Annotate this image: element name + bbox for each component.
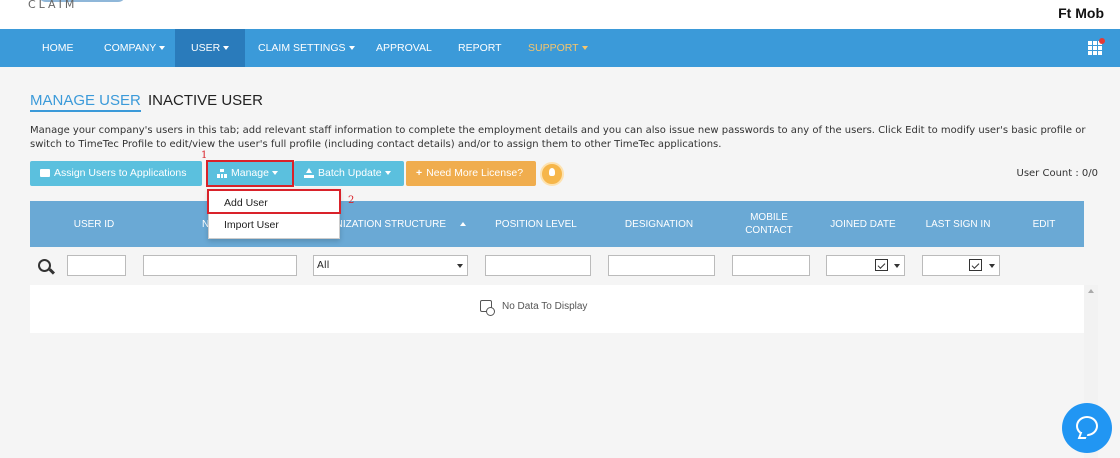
calendar-icon[interactable] <box>969 259 982 271</box>
col-mobile-label: MOBILE <box>750 212 788 223</box>
upload-icon <box>304 167 314 178</box>
plus-icon: + <box>416 167 423 179</box>
logo-text: CLAIM <box>28 0 78 11</box>
list-icon <box>40 169 50 178</box>
col-designation[interactable]: DESIGNATION <box>608 201 710 247</box>
top-header: CLAIM Ft Mob <box>0 0 1120 29</box>
filter-org-selected-value: All <box>317 260 330 271</box>
nav-report-label: REPORT <box>458 42 502 54</box>
search-icon[interactable] <box>38 259 51 272</box>
nav-company[interactable]: COMPANY <box>100 29 169 67</box>
empty-state-text: No Data To Display <box>502 301 588 312</box>
batch-update-button[interactable]: Batch Update <box>294 161 404 186</box>
table-header: USER ID N ANIZATION STRUCTURE POSITION L… <box>30 201 1084 247</box>
main-nav: HOME COMPANY USER CLAIM SETTINGS APPROVA… <box>0 29 1120 67</box>
annotation-number-2: 2 <box>348 195 355 206</box>
chevron-down-icon <box>223 46 230 51</box>
col-edit: EDIT <box>1032 218 1056 230</box>
chevron-down-icon <box>384 171 391 176</box>
need-more-license-button[interactable]: + Need More License? <box>406 161 536 186</box>
col-joined-date[interactable]: JOINED DATE <box>821 201 905 247</box>
nav-support-label: SUPPORT <box>528 42 579 54</box>
lightbulb-icon[interactable] <box>540 162 564 186</box>
nav-home-label: HOME <box>42 42 74 54</box>
table-body: No Data To Display <box>30 285 1084 333</box>
filter-joined-date-input[interactable] <box>826 255 905 276</box>
nav-home[interactable]: HOME <box>38 29 78 67</box>
notification-dot <box>1099 38 1105 44</box>
col-position-level[interactable]: POSITION LEVEL <box>485 201 587 247</box>
calendar-icon[interactable] <box>875 259 888 271</box>
filter-user-id-input[interactable] <box>67 255 126 276</box>
nav-claim-settings-label: CLAIM SETTINGS <box>258 42 346 54</box>
tab-inactive-user[interactable]: INACTIVE USER <box>148 92 263 109</box>
company-name[interactable]: Ft Mob <box>1058 5 1104 21</box>
nav-support[interactable]: SUPPORT <box>524 29 592 67</box>
chevron-down-icon <box>348 46 355 51</box>
filter-position-input[interactable] <box>485 255 591 276</box>
col-mobile-contact[interactable]: MOBILE CONTACT <box>728 201 810 247</box>
highlight-box-manage <box>206 160 294 187</box>
empty-state: No Data To Display <box>480 300 588 316</box>
filter-name-input[interactable] <box>143 255 297 276</box>
nav-approval-label: APPROVAL <box>376 42 432 54</box>
nav-claim-settings[interactable]: CLAIM SETTINGS <box>254 29 359 67</box>
logo[interactable]: CLAIM <box>28 0 128 20</box>
filter-org-select[interactable]: All <box>313 255 468 276</box>
nav-approval[interactable]: APPROVAL <box>372 29 436 67</box>
filter-row: All <box>30 247 1084 285</box>
scroll-up-icon[interactable] <box>1088 289 1094 293</box>
chat-icon <box>1076 416 1098 436</box>
nav-report[interactable]: REPORT <box>454 29 506 67</box>
col-user-id[interactable]: USER ID <box>30 201 158 247</box>
assign-users-label: Assign Users to Applications <box>54 167 187 179</box>
nav-company-label: COMPANY <box>104 42 157 54</box>
highlight-box-add-user <box>207 189 341 214</box>
filter-last-sign-in-input[interactable] <box>922 255 1000 276</box>
apps-grid-icon[interactable] <box>1088 38 1105 55</box>
chevron-down-icon <box>581 46 588 51</box>
filter-designation-input[interactable] <box>608 255 715 276</box>
chevron-down-icon <box>894 264 900 268</box>
nav-user[interactable]: USER <box>175 29 246 67</box>
nav-user-label: USER <box>191 42 221 54</box>
sort-up-icon <box>460 222 467 226</box>
chevron-down-icon <box>457 264 463 268</box>
col-organization-structure-label: ANIZATION STRUCTURE <box>328 218 447 230</box>
need-more-license-label: Need More License? <box>426 167 524 179</box>
col-last-sign-in[interactable]: LAST SIGN IN <box>916 201 1000 247</box>
chat-button[interactable] <box>1062 403 1112 453</box>
tab-manage-user[interactable]: MANAGE USER <box>30 92 141 112</box>
chevron-down-icon <box>159 46 166 51</box>
annotation-number-1: 1 <box>201 150 208 161</box>
batch-update-label: Batch Update <box>318 167 382 179</box>
no-data-icon <box>480 300 495 316</box>
col-contact-label: CONTACT <box>745 225 793 236</box>
user-count: User Count : 0/0 <box>1016 168 1099 179</box>
assign-users-button[interactable]: Assign Users to Applications <box>30 161 202 186</box>
page-description: Manage your company's users in this tab;… <box>30 125 1086 150</box>
chevron-down-icon <box>989 264 995 268</box>
menu-item-import-user[interactable]: Import User <box>209 214 339 236</box>
filter-mobile-input[interactable] <box>732 255 810 276</box>
